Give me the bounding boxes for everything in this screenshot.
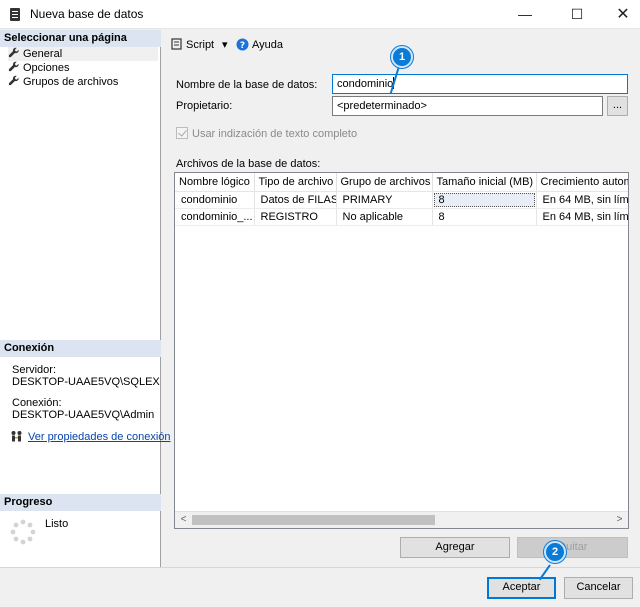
fulltext-checkbox-row[interactable]: Usar indización de texto completo — [176, 127, 357, 140]
help-icon: ? — [236, 38, 249, 51]
help-button[interactable]: ? Ayuda — [236, 38, 283, 51]
column-header-initial-size[interactable]: Tamaño inicial (MB) — [432, 173, 537, 192]
annotation-badge-2: 2 — [544, 541, 566, 563]
owner-label: Propietario: — [176, 100, 233, 112]
help-label: Ayuda — [252, 39, 283, 51]
cell-file-type[interactable]: Datos de FILAS — [254, 191, 337, 209]
connection-header: Conexión — [0, 340, 161, 357]
page-item-label: Grupos de archivos — [23, 76, 119, 88]
cell-logical-name[interactable]: condominio_... — [175, 208, 255, 226]
close-button[interactable]: ✕ — [600, 0, 640, 29]
column-header-file-type[interactable]: Tipo de archivo — [254, 173, 337, 192]
chevron-down-icon: ▾ — [222, 39, 228, 51]
title-bar: Nueva base de datos — ☐ ✕ — [0, 0, 640, 29]
cell-autogrowth[interactable]: En 64 MB, sin límite — [536, 191, 628, 209]
cell-initial-size[interactable]: 8 — [432, 208, 537, 226]
wrench-icon — [8, 61, 19, 72]
select-page-header: Seleccionar una página — [0, 30, 161, 47]
connection-label: Conexión: — [12, 397, 62, 409]
view-connection-properties-link[interactable]: Ver propiedades de conexión — [28, 431, 171, 443]
progress-status: Listo — [45, 518, 69, 530]
progress-spinner-icon — [10, 519, 36, 545]
database-icon — [10, 8, 20, 21]
ok-button[interactable]: Aceptar — [487, 577, 556, 599]
scroll-right-icon[interactable]: > — [611, 512, 628, 528]
column-header-filegroup[interactable]: Grupo de archivos — [336, 173, 433, 192]
horizontal-scrollbar[interactable]: < > — [175, 511, 628, 528]
cell-filegroup[interactable]: PRIMARY — [336, 191, 433, 209]
page-item-label: General — [23, 48, 63, 60]
remove-button[interactable]: Quitar — [517, 537, 628, 558]
fulltext-label: Usar indización de texto completo — [192, 128, 358, 140]
progress-header: Progreso — [0, 494, 161, 511]
db-name-input[interactable]: condominio — [332, 74, 628, 94]
script-button[interactable]: Script — [171, 38, 214, 51]
fulltext-checkbox[interactable] — [176, 127, 188, 139]
maximize-button[interactable]: ☐ — [554, 0, 600, 29]
connection-value: DESKTOP-UAAE5VQ\Admin — [12, 409, 155, 421]
svg-text:?: ? — [240, 41, 245, 51]
db-name-value: condominio — [337, 78, 394, 90]
server-value: DESKTOP-UAAE5VQ\SQLEXPRESS — [12, 376, 160, 388]
cancel-button[interactable]: Cancelar — [564, 577, 633, 599]
view-connection-properties[interactable]: Ver propiedades de conexión — [10, 430, 171, 443]
scroll-left-icon[interactable]: < — [175, 512, 192, 528]
minimize-button[interactable]: — — [502, 0, 548, 29]
owner-browse-button[interactable]: ... — [607, 96, 628, 116]
database-files-grid[interactable]: Nombre lógico Tipo de archivo Grupo de a… — [174, 172, 629, 529]
page-item-general[interactable]: General — [8, 47, 158, 61]
page-item-label: Opciones — [23, 62, 70, 74]
table-row[interactable]: condominio Datos de FILAS PRIMARY 8 En 6… — [175, 191, 628, 209]
script-dropdown-button[interactable]: ▾ — [222, 38, 228, 51]
left-pane: Seleccionar una página General Opciones … — [0, 30, 171, 567]
wrench-icon — [8, 75, 19, 86]
files-label: Archivos de la base de datos: — [176, 158, 321, 170]
cell-file-type[interactable]: REGISTRO — [254, 208, 337, 226]
wrench-icon — [8, 47, 19, 58]
script-icon — [171, 38, 182, 50]
page-item-filegroups[interactable]: Grupos de archivos — [8, 75, 118, 89]
column-header-autogrowth[interactable]: Crecimiento automático — [536, 173, 628, 192]
cell-autogrowth[interactable]: En 64 MB, sin límite — [536, 208, 628, 226]
scrollbar-thumb[interactable] — [192, 515, 435, 525]
server-label: Servidor: — [12, 364, 57, 376]
initial-size-editor[interactable]: 8 — [433, 192, 535, 207]
window-title: Nueva base de datos — [30, 7, 144, 21]
page-item-options[interactable]: Opciones — [8, 61, 69, 75]
connection-properties-icon — [11, 431, 22, 442]
script-label: Script — [186, 39, 215, 51]
db-name-label: Nombre de la base de datos: — [176, 79, 318, 91]
cell-logical-name[interactable]: condominio — [175, 191, 255, 209]
cell-initial-size[interactable]: 8 — [432, 191, 537, 209]
annotation-badge-1: 1 — [391, 46, 413, 68]
table-row[interactable]: condominio_... REGISTRO No aplicable 8 E… — [175, 208, 628, 226]
column-header-logical-name[interactable]: Nombre lógico — [175, 173, 255, 192]
cell-filegroup[interactable]: No aplicable — [336, 208, 433, 226]
owner-input[interactable]: <predeterminado> — [332, 96, 603, 116]
add-button[interactable]: Agregar — [400, 537, 510, 558]
